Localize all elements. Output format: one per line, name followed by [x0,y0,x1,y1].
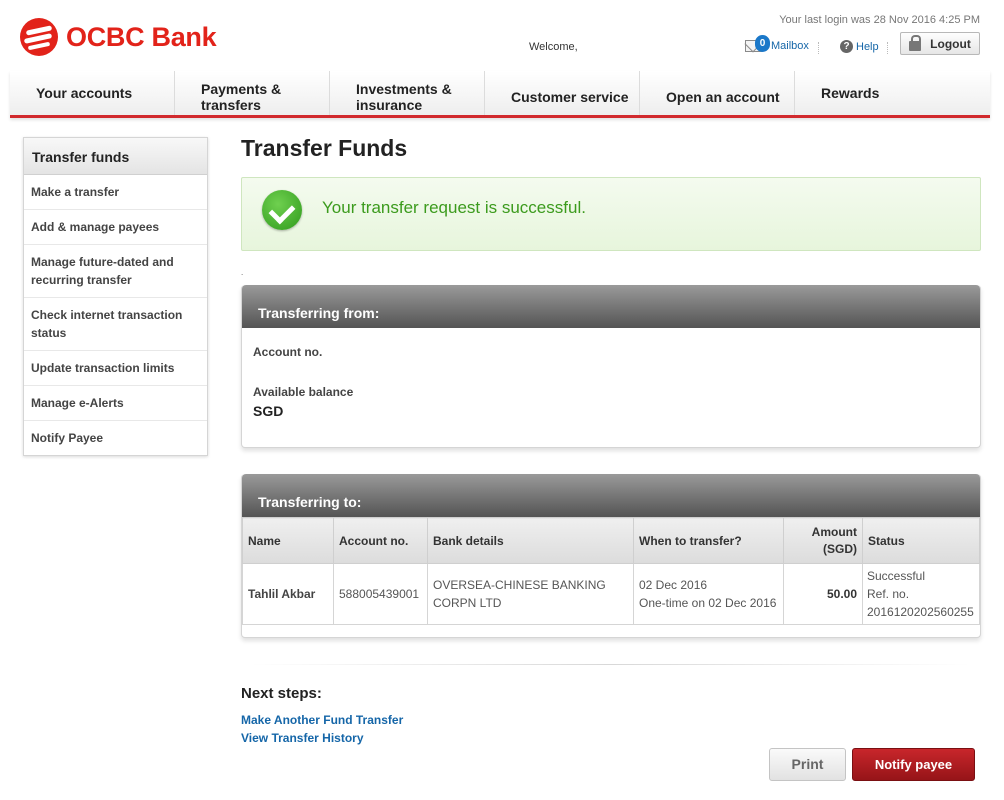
transfer-status: Successful Ref. no. 2016120202560255 [862,563,980,625]
col-name: Name [242,517,334,564]
notify-payee-button[interactable]: Notify payee [852,748,975,781]
ocbc-logo[interactable]: OCBC Bank [20,18,217,56]
payee-account: 588005439001 [333,563,428,625]
logout-button[interactable]: Logout [900,32,980,55]
transfer-when: 02 Dec 2016 One-time on 02 Dec 2016 [633,563,784,625]
sidebar-item-transaction-status[interactable]: Check internet transaction status [24,298,207,351]
transfer-amount: 50.00 [783,563,863,625]
transferring-from-heading: Transferring from: [242,285,980,328]
col-bank: Bank details [427,517,634,564]
help-icon: ? [840,40,853,53]
col-account: Account no. [333,517,428,564]
nav-payments-transfers[interactable]: Payments & transfers [175,71,330,115]
transferring-to-panel: Transferring to: Name Account no. Bank d… [241,474,981,638]
page-title: Transfer Funds [241,135,408,161]
nav-open-account[interactable]: Open an account [640,71,795,115]
col-status: Status [862,517,980,564]
view-transfer-history-link[interactable]: View Transfer History [241,731,364,745]
sidebar-item-notify-payee[interactable]: Notify Payee [24,421,207,455]
page: OCBC Bank Your last login was 28 Nov 201… [0,0,1004,800]
status-text: Successful [867,569,926,583]
payee-name: Tahlil Akbar [242,563,334,625]
sidebar-title[interactable]: Transfer funds [24,138,207,175]
reference-number: Ref. no. 2016120202560255 [867,587,974,619]
sidebar-item-make-transfer[interactable]: Make a transfer [24,175,207,210]
col-when: When to transfer? [633,517,784,564]
welcome-text: Welcome, [529,41,578,53]
nav-customer-service[interactable]: Customer service [485,71,640,115]
col-amount: Amount (SGD) [783,517,863,564]
transfer-table: Name Account no. Bank details When to tr… [242,517,980,625]
help[interactable]: ? Help [840,40,879,53]
sidebar-item-e-alerts[interactable]: Manage e-Alerts [24,386,207,421]
help-link[interactable]: Help [856,41,879,53]
transfer-date: 02 Dec 2016 [639,578,708,592]
bank-details: OVERSEA-CHINESE BANKING CORPN LTD [427,563,634,625]
table-row: Tahlil Akbar 588005439001 OVERSEA-CHINES… [242,563,980,625]
sidebar-item-transaction-limits[interactable]: Update transaction limits [24,351,207,386]
sidebar-item-future-dated[interactable]: Manage future-dated and recurring transf… [24,245,207,298]
lock-icon [909,34,922,51]
next-steps-title: Next steps: [241,685,322,702]
check-icon [262,190,302,230]
transfer-frequency: One-time on 02 Dec 2016 [639,596,777,610]
make-another-transfer-link[interactable]: Make Another Fund Transfer [241,713,403,727]
mailbox-link[interactable]: Mailbox [771,40,809,52]
logout-label: Logout [930,36,971,51]
ocbc-logo-icon [20,18,58,56]
mailbox[interactable]: 0 Mailbox [745,30,809,52]
nav-your-accounts[interactable]: Your accounts [10,71,175,115]
mailbox-count-badge: 0 [755,35,770,52]
nav-investments-insurance[interactable]: Investments & insurance [330,71,485,115]
header-separator [818,42,819,54]
account-no-label: Account no. [253,345,323,359]
table-header-row: Name Account no. Bank details When to tr… [242,517,980,564]
last-login-text: Your last login was 28 Nov 2016 4:25 PM [779,14,980,26]
transferring-to-heading: Transferring to: [242,474,980,517]
stray-dot: . [241,268,244,277]
success-message: Your transfer request is successful. [322,198,586,217]
sidebar-item-manage-payees[interactable]: Add & manage payees [24,210,207,245]
divider [250,664,970,665]
available-balance-label: Available balance [253,385,354,399]
header-separator [887,42,888,54]
brand-name: OCBC Bank [66,21,217,52]
sidebar: Transfer funds Make a transfer Add & man… [23,137,208,456]
success-message-box: Your transfer request is successful. [241,177,981,251]
mail-icon: 0 [745,35,770,52]
nav-rewards[interactable]: Rewards [795,71,950,115]
main-nav: Your accounts Payments & transfers Inves… [10,71,990,118]
available-balance-value: SGD [253,403,284,419]
transferring-from-panel: Transferring from: Account no. Available… [241,285,981,448]
print-button[interactable]: Print [769,748,846,781]
